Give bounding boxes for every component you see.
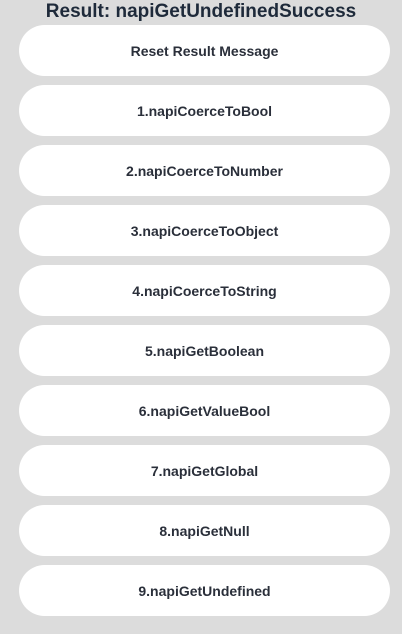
napi-get-null-button[interactable]: 8.napiGetNull [19, 505, 390, 556]
reset-result-button[interactable]: Reset Result Message [19, 25, 390, 76]
napi-get-boolean-button[interactable]: 5.napiGetBoolean [19, 325, 390, 376]
napi-coerce-to-number-button[interactable]: 2.napiCoerceToNumber [19, 145, 390, 196]
napi-coerce-to-bool-button[interactable]: 1.napiCoerceToBool [19, 85, 390, 136]
napi-coerce-to-string-button[interactable]: 4.napiCoerceToString [19, 265, 390, 316]
napi-coerce-to-object-button[interactable]: 3.napiCoerceToObject [19, 205, 390, 256]
napi-get-undefined-button[interactable]: 9.napiGetUndefined [19, 565, 390, 616]
napi-get-global-button[interactable]: 7.napiGetGlobal [19, 445, 390, 496]
napi-get-value-bool-button[interactable]: 6.napiGetValueBool [19, 385, 390, 436]
result-message: Result: napiGetUndefinedSuccess [45, 1, 357, 22]
test-button-list: Reset Result Message 1.napiCoerceToBool … [19, 25, 390, 616]
